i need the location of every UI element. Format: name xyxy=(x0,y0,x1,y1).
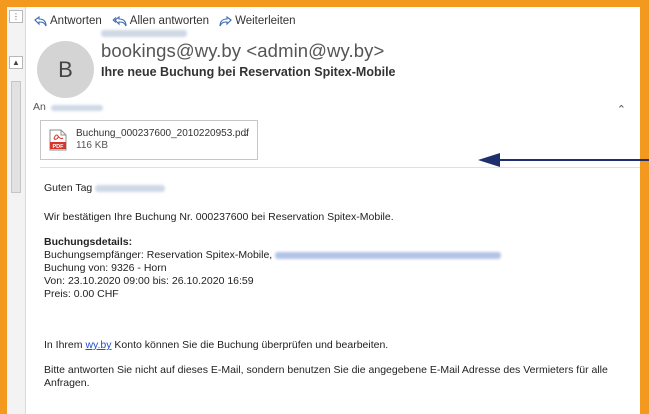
message-body: Guten Tag Wir bestätigen Ihre Buchung Nr… xyxy=(44,182,626,390)
redacted-name xyxy=(95,184,166,192)
message-toolbar: Antworten Allen antworten Weiterleiten xyxy=(34,13,296,29)
reply-icon xyxy=(34,15,47,26)
attachment-chip[interactable]: PDF Buchung_000237600_2010220953.pdf 116… xyxy=(40,120,258,160)
attachment-size: 116 KB xyxy=(76,140,109,151)
account-prefix: In Ihrem xyxy=(44,339,83,351)
header-collapse-icon[interactable]: ⌃ xyxy=(617,103,626,116)
account-line: In Ihrem wy.by Konto können Sie die Buch… xyxy=(44,339,626,352)
email-window: ⋮ ▲ Antworten Allen antworten Weiterleit… xyxy=(7,7,649,414)
forward-button[interactable]: Weiterleiten xyxy=(219,13,296,29)
scroll-up-button[interactable]: ▲ xyxy=(9,56,23,69)
forward-label: Weiterleiten xyxy=(235,15,296,27)
details-heading: Buchungsdetails: xyxy=(44,236,133,248)
redacted-recipient xyxy=(51,105,103,111)
sender-address[interactable]: bookings@wy.by <admin@wy.by> xyxy=(101,40,384,62)
booked-from-text: Buchung von: 9326 - Horn xyxy=(44,262,167,274)
collapse-toggle-button[interactable]: ⋮ xyxy=(9,10,23,23)
reply-all-icon xyxy=(112,15,127,26)
left-scroll-strip: ⋮ ▲ xyxy=(7,7,26,414)
account-link[interactable]: wy.by xyxy=(85,339,111,351)
confirmation-text: Wir bestätigen Ihre Buchung Nr. 00023760… xyxy=(44,211,394,223)
recipient-line: Buchungsempfänger: Reservation Spitex-Mo… xyxy=(44,249,626,262)
attachment-filename: Buchung_000237600_2010220953.pdf xyxy=(76,128,249,139)
svg-text:PDF: PDF xyxy=(53,144,65,150)
reply-button[interactable]: Antworten xyxy=(34,13,102,29)
redacted-email-link[interactable] xyxy=(275,251,502,259)
reply-all-label: Allen antworten xyxy=(129,15,210,27)
recipient-text: Buchungsempfänger: Reservation Spitex-Mo… xyxy=(44,249,273,261)
sender-avatar: B xyxy=(37,41,94,98)
scrollbar-thumb[interactable] xyxy=(11,81,21,193)
message-subject: Ihre neue Buchung bei Reservation Spitex… xyxy=(101,65,396,79)
pdf-icon: PDF xyxy=(49,129,67,151)
attachment-info: Buchung_000237600_2010220953.pdf 116 KB xyxy=(76,128,249,152)
price-text: Preis: 0.00 CHF xyxy=(44,288,119,300)
forward-icon xyxy=(219,15,232,26)
greeting-line: Guten Tag xyxy=(44,182,626,195)
no-reply-text: Bitte antworten Sie nicht auf dieses E-M… xyxy=(44,364,608,389)
annotation-arrow-icon xyxy=(478,153,649,167)
reply-all-button[interactable]: Allen antworten xyxy=(112,13,209,29)
period-text: Von: 23.10.2020 09:00 bis: 26.10.2020 16… xyxy=(44,275,254,287)
to-label: An xyxy=(33,101,46,113)
reading-pane: Antworten Allen antworten Weiterleiten B… xyxy=(26,7,649,414)
redacted-date xyxy=(101,30,187,37)
attachment-menu-icon[interactable]: ⌄ xyxy=(242,129,249,138)
account-suffix: Konto können Sie die Buchung überprüfen … xyxy=(114,339,389,351)
greeting-text: Guten Tag xyxy=(44,182,93,194)
reply-label: Antworten xyxy=(50,15,102,27)
